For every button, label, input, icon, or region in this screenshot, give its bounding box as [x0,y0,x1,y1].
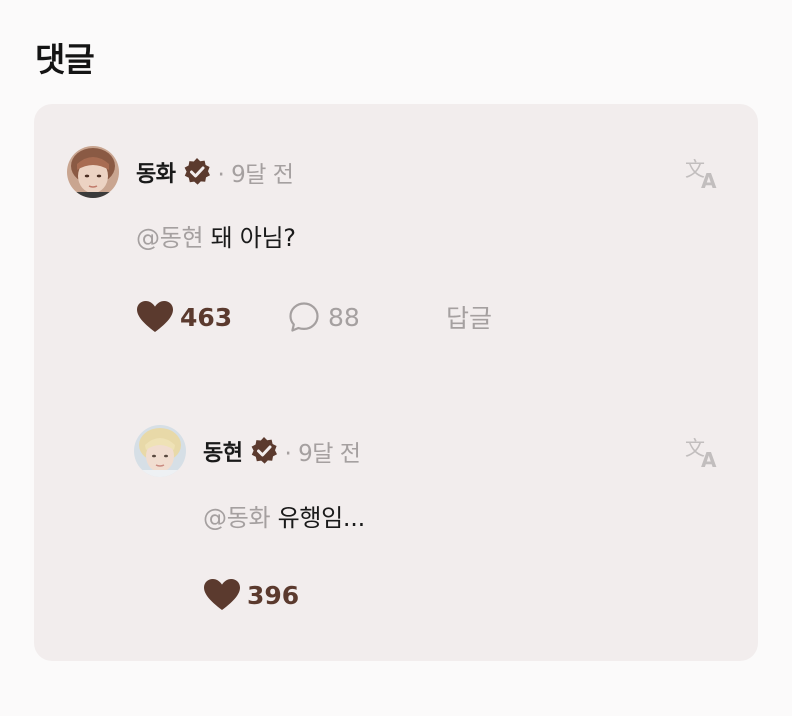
comment-thread-card: 동화 · 9달 전 文 A @동현 돼 아님? 463 88 답글 동현 · 9… [34,104,758,661]
reply-button[interactable]: 답글 [446,297,492,337]
translate-icon[interactable]: 文 A [684,154,722,193]
reply-mention-link[interactable]: @동화 [203,504,271,532]
verified-badge-icon [248,435,280,467]
reply-text: 유행임... [270,504,366,532]
comments-section-title: 댓글 [35,40,95,79]
comment-like-count: 463 [180,302,233,332]
reply-author-avatar[interactable] [134,425,186,477]
svg-text:A: A [701,169,717,192]
comment-mention-link[interactable]: @동현 [136,224,204,252]
reply-like-button[interactable]: 396 [203,575,299,615]
comment-bubble-icon [289,302,319,332]
comment-author-name[interactable]: 동화 [136,156,176,188]
comment-header: 동화 · 9달 전 [136,154,294,190]
reply-like-count: 396 [247,580,300,610]
verified-badge-icon [181,156,213,188]
svg-text:A: A [701,448,717,471]
reply-header: 동현 · 9달 전 [203,433,361,469]
comment-reply-count: 88 [328,302,360,332]
translate-icon[interactable]: 文 A [684,433,722,472]
reply-body: @동화 유행임... [203,498,365,533]
comment-replies-button[interactable]: 88 [288,297,360,337]
comment-like-button[interactable]: 463 [136,297,232,337]
heart-icon [137,301,173,332]
heart-icon [204,579,240,610]
comment-author-avatar[interactable] [67,146,119,198]
comment-text: 돼 아님? [203,224,296,252]
comment-timestamp: · 9달 전 [217,162,294,188]
comment-body: @동현 돼 아님? [136,218,296,253]
reply-button-label: 답글 [446,304,493,333]
reply-author-name[interactable]: 동현 [203,435,243,467]
reply-timestamp: · 9달 전 [284,441,361,467]
